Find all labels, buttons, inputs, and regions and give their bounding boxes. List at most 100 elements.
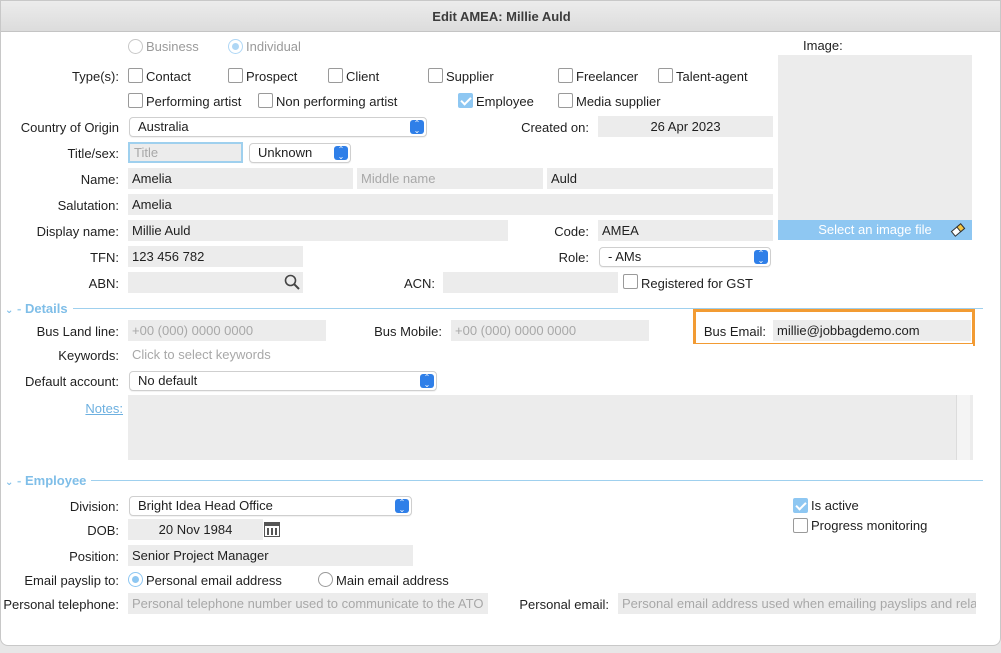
image-label: Image: xyxy=(803,38,843,53)
abn-label: ABN: xyxy=(88,276,119,291)
details-section-header[interactable]: ⌄ - Details xyxy=(5,301,68,316)
type-talent-agent-label: Talent-agent xyxy=(676,69,748,84)
progress-monitoring-label: Progress monitoring xyxy=(811,518,928,533)
position-input[interactable]: Senior Project Manager xyxy=(128,545,413,566)
keywords-input[interactable]: Click to select keywords xyxy=(128,344,973,365)
type-supplier-checkbox[interactable] xyxy=(428,68,443,83)
gst-checkbox[interactable] xyxy=(623,274,638,289)
created-value: 26 Apr 2023 xyxy=(598,116,773,137)
payslip-personal-radio[interactable] xyxy=(128,572,143,587)
division-value: Bright Idea Head Office xyxy=(138,498,273,513)
tfn-input[interactable]: 123 456 782 xyxy=(128,246,303,267)
acn-label: ACN: xyxy=(403,276,435,291)
type-client-label: Client xyxy=(346,69,380,84)
notes-link[interactable]: Notes: xyxy=(85,401,123,416)
dob-input[interactable]: 20 Nov 1984 xyxy=(128,519,263,540)
payslip-main-radio[interactable] xyxy=(318,572,333,587)
dob-label: DOB: xyxy=(87,523,119,538)
business-radio[interactable] xyxy=(128,39,143,54)
payslip-main-label: Main email address xyxy=(336,573,449,588)
type-prospect-checkbox[interactable] xyxy=(228,68,243,83)
personal-email-input[interactable]: Personal email address used when emailin… xyxy=(618,593,976,614)
middle-name-input[interactable]: Middle name xyxy=(357,168,543,189)
role-label: Role: xyxy=(558,250,589,265)
edit-dialog-window: Edit AMEA: Millie Auld Business Individu… xyxy=(0,0,1001,646)
division-label: Division: xyxy=(69,499,119,514)
chevron-updown-icon: ⌃ ⌄ xyxy=(395,499,409,514)
type-performing-artist-label: Performing artist xyxy=(146,94,242,109)
abn-input[interactable] xyxy=(128,272,303,293)
chevron-updown-icon: ⌃ ⌄ xyxy=(420,374,434,389)
country-value: Australia xyxy=(138,119,189,134)
type-media-supplier-label: Media supplier xyxy=(576,94,661,109)
bus-land-line-input[interactable]: +00 (000) 0000 0000 xyxy=(128,320,326,341)
is-active-label: Is active xyxy=(811,498,859,513)
bus-land-line-label: Bus Land line: xyxy=(36,324,119,339)
type-supplier-label: Supplier xyxy=(446,69,494,84)
window-title: Edit AMEA: Millie Auld xyxy=(1,1,1000,32)
personal-email-label: Personal email: xyxy=(519,597,609,612)
salutation-label: Salutation: xyxy=(57,198,119,213)
position-label: Position: xyxy=(69,549,119,564)
type-freelancer-checkbox[interactable] xyxy=(558,68,573,83)
bus-mobile-input[interactable]: +00 (000) 0000 0000 xyxy=(451,320,649,341)
role-value: - AMs xyxy=(608,249,642,264)
notes-scrollbar[interactable] xyxy=(956,395,970,460)
search-icon[interactable] xyxy=(284,274,300,290)
sex-value: Unknown xyxy=(258,145,313,160)
type-media-supplier-checkbox[interactable] xyxy=(558,93,573,108)
acn-input[interactable] xyxy=(443,272,618,293)
individual-radio-label: Individual xyxy=(246,39,301,54)
type-employee-checkbox[interactable] xyxy=(458,93,473,108)
type-performing-artist-checkbox[interactable] xyxy=(128,93,143,108)
default-account-value: No default xyxy=(138,373,198,388)
select-image-button[interactable]: Select an image file xyxy=(778,220,972,240)
chevron-updown-icon: ⌃ ⌄ xyxy=(334,146,348,161)
type-contact-label: Contact xyxy=(146,69,191,84)
notes-textarea[interactable] xyxy=(128,395,973,460)
code-label: Code: xyxy=(554,224,589,239)
tfn-label: TFN: xyxy=(90,250,119,265)
calendar-icon[interactable] xyxy=(264,522,280,537)
personal-telephone-input[interactable]: Personal telephone number used to commun… xyxy=(128,593,488,614)
division-select[interactable]: Bright Idea Head Office ⌃ ⌄ xyxy=(129,496,412,516)
default-account-label: Default account: xyxy=(25,374,119,389)
details-section-title: Details xyxy=(24,301,68,316)
code-input[interactable]: AMEA xyxy=(598,220,773,241)
title-sex-label: Title/sex: xyxy=(67,146,119,161)
type-employee-label: Employee xyxy=(476,94,534,109)
default-account-select[interactable]: No default ⌃ ⌄ xyxy=(129,371,437,391)
display-name-input[interactable]: Millie Auld xyxy=(128,220,508,241)
eraser-icon[interactable] xyxy=(950,223,966,237)
type-contact-checkbox[interactable] xyxy=(128,68,143,83)
individual-radio[interactable] xyxy=(228,39,243,54)
select-image-button-label: Select an image file xyxy=(818,222,932,237)
progress-monitoring-checkbox[interactable] xyxy=(793,518,808,533)
types-label: Type(s): xyxy=(72,69,119,84)
chevron-down-icon: ⌄ xyxy=(5,305,14,316)
is-active-checkbox[interactable] xyxy=(793,498,808,513)
country-select[interactable]: Australia ⌃ ⌄ xyxy=(129,117,427,137)
type-non-performing-artist-checkbox[interactable] xyxy=(258,93,273,108)
title-input[interactable]: Title xyxy=(128,142,243,163)
type-non-performing-artist-label: Non performing artist xyxy=(276,94,398,109)
salutation-input[interactable]: Amelia xyxy=(128,194,773,215)
type-freelancer-label: Freelancer xyxy=(576,69,639,84)
payslip-label: Email payslip to: xyxy=(24,573,119,588)
employee-divider xyxy=(91,480,983,481)
type-client-checkbox[interactable] xyxy=(328,68,343,83)
type-talent-agent-checkbox[interactable] xyxy=(658,68,673,83)
created-label: Created on: xyxy=(521,120,589,135)
employee-section-header[interactable]: ⌄ - Employee xyxy=(5,473,86,488)
role-select[interactable]: - AMs ⌃ ⌄ xyxy=(599,247,771,267)
gst-label: Registered for GST xyxy=(641,276,753,291)
sex-select[interactable]: Unknown ⌃ ⌄ xyxy=(249,143,351,163)
payslip-personal-label: Personal email address xyxy=(146,573,282,588)
first-name-input[interactable]: Amelia xyxy=(128,168,353,189)
country-label: Country of Origin xyxy=(20,120,119,135)
bus-mobile-label: Bus Mobile: xyxy=(374,324,442,339)
last-name-input[interactable]: Auld xyxy=(547,168,773,189)
keywords-label: Keywords: xyxy=(58,348,119,363)
image-preview[interactable] xyxy=(778,55,972,221)
name-label: Name: xyxy=(80,172,119,187)
